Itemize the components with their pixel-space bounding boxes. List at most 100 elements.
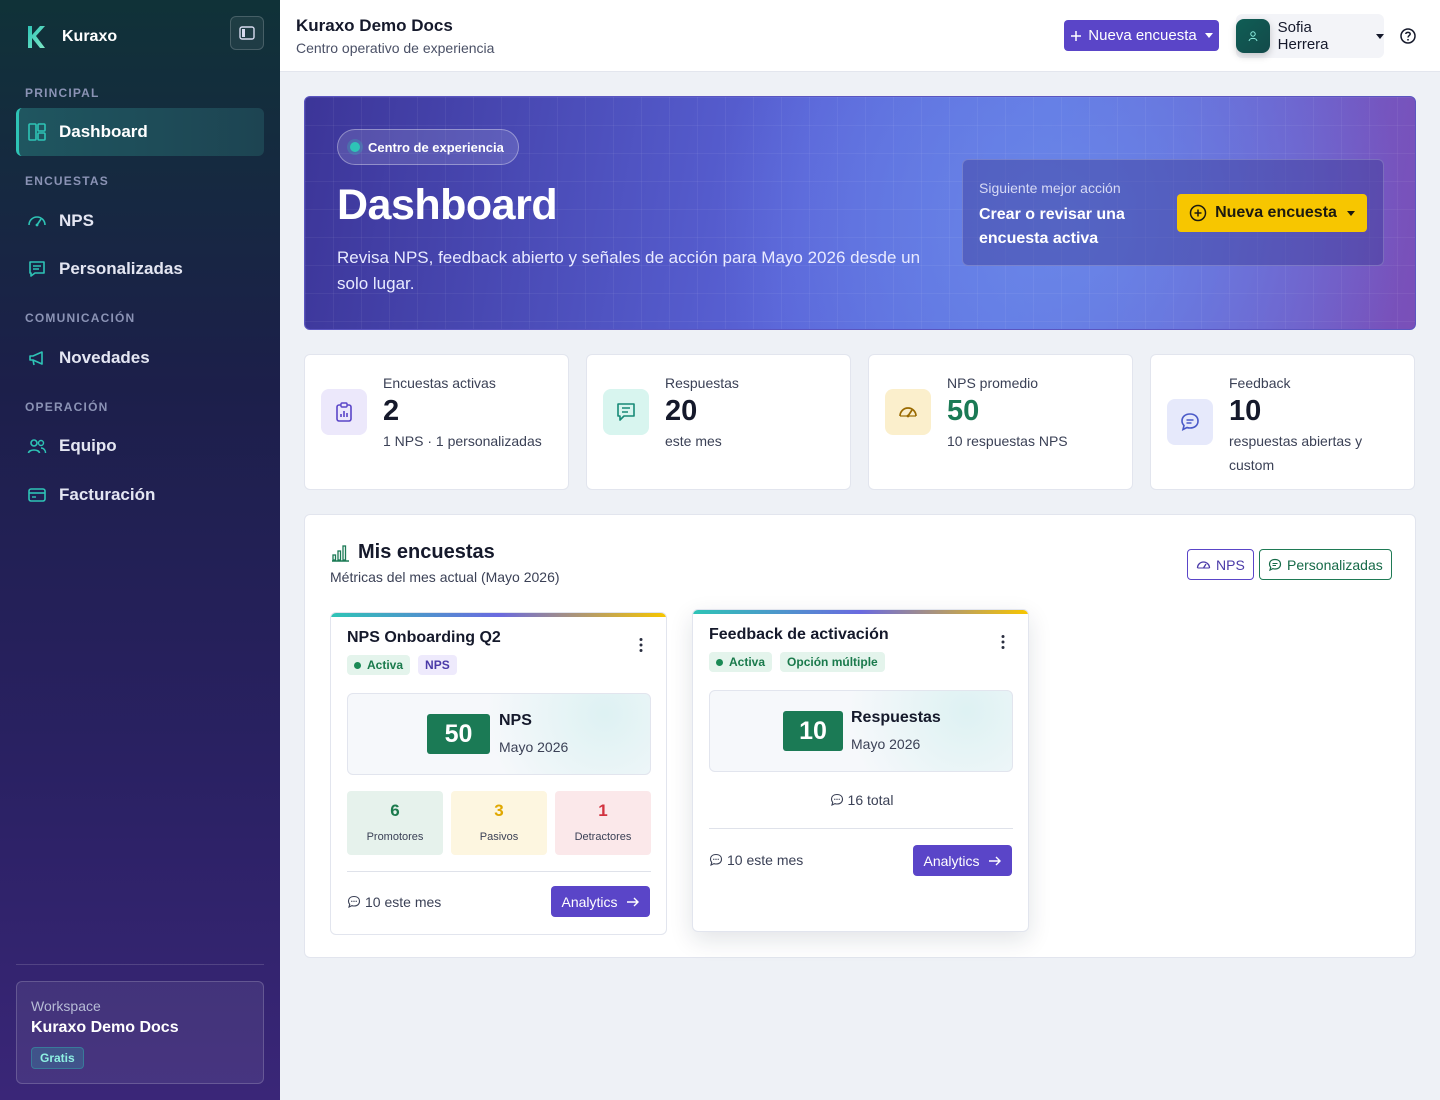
stat-sub: respuestas abiertas y custom xyxy=(1229,433,1363,473)
chevron-down-icon xyxy=(1204,33,1213,38)
survey-title: Feedback de activación xyxy=(709,626,889,643)
survey-tags: Activa Opción múltiple xyxy=(709,652,885,672)
message-square-icon xyxy=(603,389,649,435)
sidebar-item-equipo[interactable]: Equipo xyxy=(16,422,264,470)
detractors-box: 1 Detractores xyxy=(555,791,651,855)
section-operacion: OPERACIÓN xyxy=(25,400,109,414)
user-icon xyxy=(1248,31,1258,42)
filter-nps-button[interactable]: NPS xyxy=(1187,549,1254,580)
analytics-label: Analytics xyxy=(561,893,618,910)
kuraxo-logo-icon xyxy=(28,26,45,48)
stat-value: 20 xyxy=(665,395,698,427)
stat-sub: 1 NPS · 1 personalizadas xyxy=(383,433,542,449)
chat-bubble-icon xyxy=(1167,399,1213,445)
panel-title: Mis encuestas xyxy=(330,541,495,564)
responses-count: 10 xyxy=(783,711,843,751)
status-dot-icon xyxy=(716,658,723,666)
arrow-right-icon xyxy=(988,856,1001,865)
promoters-count: 6 xyxy=(390,801,400,820)
arrow-right-icon xyxy=(626,897,639,906)
user-menu[interactable]: Sofia Herrera xyxy=(1236,14,1384,58)
stat-card-responses: Respuestas 20 este mes xyxy=(586,354,851,490)
hero-pill-label: Centro de experiencia xyxy=(368,139,504,155)
avatar xyxy=(1236,19,1270,53)
chevron-down-icon xyxy=(1376,33,1384,39)
user-name: Sofia Herrera xyxy=(1277,19,1329,53)
filter-custom-label: Personalizadas xyxy=(1287,556,1383,573)
section-comunicacion: COMUNICACIÓN xyxy=(25,311,136,325)
nps-score: 50 xyxy=(427,714,490,754)
my-surveys-panel: Mis encuestas Métricas del mes actual (M… xyxy=(304,514,1416,958)
collapse-sidebar-button[interactable] xyxy=(230,16,264,50)
month-count: 10 este mes xyxy=(347,894,441,910)
sidebar: Kuraxo PRINCIPAL Dashboard ENCUESTAS NPS… xyxy=(0,0,280,1100)
message-square-icon xyxy=(29,261,45,277)
workspace-label: Workspace xyxy=(31,998,101,1014)
metric-label: Respuestas xyxy=(851,709,941,726)
analytics-button[interactable]: Analytics xyxy=(551,886,650,917)
stat-label: NPS promedio xyxy=(947,375,1039,391)
comment-icon xyxy=(709,853,723,866)
sidebar-item-facturacion[interactable]: Facturación xyxy=(16,471,264,519)
users-icon xyxy=(27,439,47,454)
workspace-name: Kuraxo Demo Docs xyxy=(31,1019,179,1036)
sidebar-item-personalizadas[interactable]: Personalizadas xyxy=(16,245,264,293)
metric-period: Mayo 2026 xyxy=(851,736,921,752)
megaphone-icon xyxy=(29,351,43,366)
sidebar-item-label: Equipo xyxy=(59,436,117,455)
help-icon[interactable] xyxy=(1398,26,1418,46)
stat-card-nps: NPS promedio 50 10 respuestas NPS xyxy=(868,354,1133,490)
survey-title: NPS Onboarding Q2 xyxy=(347,629,501,646)
metric-box: 10 Respuestas Mayo 2026 xyxy=(709,690,1013,772)
more-vertical-icon[interactable] xyxy=(634,637,648,653)
survey-card-feedback-activacion[interactable]: Feedback de activación Activa Opción múl… xyxy=(692,609,1029,932)
hero-pill: Centro de experiencia xyxy=(337,129,519,165)
workspace-card[interactable]: Workspace Kuraxo Demo Docs Gratis xyxy=(16,981,264,1084)
panel-subtitle: Métricas del mes actual (Mayo 2026) xyxy=(330,569,560,585)
status-badge-label: Activa xyxy=(729,655,766,669)
sidebar-item-label: Dashboard xyxy=(59,122,148,141)
new-survey-label: Nueva encuesta xyxy=(1088,27,1197,44)
sidebar-divider xyxy=(16,964,264,965)
stat-value: 2 xyxy=(383,395,400,427)
type-badge: NPS xyxy=(418,655,457,675)
month-count-label: 10 este mes xyxy=(727,852,804,868)
detractors-label: Detractores xyxy=(574,831,632,843)
stat-value: 50 xyxy=(947,395,980,427)
sidebar-item-nps[interactable]: NPS xyxy=(16,197,264,245)
plus-circle-icon xyxy=(1189,204,1207,222)
new-survey-button[interactable]: Nueva encuesta xyxy=(1064,20,1219,51)
status-badge-label: Activa xyxy=(367,658,404,672)
brand[interactable]: Kuraxo xyxy=(24,24,117,50)
sidebar-item-label: NPS xyxy=(59,211,94,230)
card-divider xyxy=(709,828,1013,829)
credit-card-icon xyxy=(28,488,46,502)
chat-bubble-icon xyxy=(1268,558,1282,571)
brand-name: Kuraxo xyxy=(62,28,118,45)
plus-icon xyxy=(1071,30,1082,41)
gauge-icon xyxy=(885,389,931,435)
status-dot-icon xyxy=(354,661,361,669)
hero-new-survey-button[interactable]: Nueva encuesta xyxy=(1177,194,1367,232)
more-vertical-icon[interactable] xyxy=(996,634,1010,650)
month-count-label: 10 este mes xyxy=(365,894,442,910)
detractors-count: 1 xyxy=(598,801,608,820)
page-title: Kuraxo Demo Docs xyxy=(296,16,453,35)
analytics-label: Analytics xyxy=(923,852,980,869)
analytics-button[interactable]: Analytics xyxy=(913,845,1012,876)
stat-card-active-surveys: Encuestas activas 2 1 NPS · 1 personaliz… xyxy=(304,354,569,490)
stat-label: Encuestas activas xyxy=(383,375,496,391)
sidebar-item-novedades[interactable]: Novedades xyxy=(16,334,264,382)
survey-card-nps-onboarding[interactable]: NPS Onboarding Q2 Activa NPS 50 NPS Mayo… xyxy=(330,612,667,935)
stat-sub: 10 respuestas NPS xyxy=(947,433,1068,449)
top-header: Kuraxo Demo Docs Centro operativo de exp… xyxy=(280,0,1440,72)
card-accent-bar xyxy=(693,610,1028,614)
filter-personalizadas-button[interactable]: Personalizadas xyxy=(1259,549,1392,580)
sidebar-toggle-icon xyxy=(239,26,255,40)
section-encuestas: ENCUESTAS xyxy=(25,174,109,188)
comment-icon xyxy=(830,793,843,806)
bar-chart-icon xyxy=(332,544,349,562)
gauge-icon xyxy=(1196,561,1211,569)
sidebar-item-dashboard[interactable]: Dashboard xyxy=(16,108,264,156)
metric-box: 50 NPS Mayo 2026 xyxy=(347,693,651,775)
